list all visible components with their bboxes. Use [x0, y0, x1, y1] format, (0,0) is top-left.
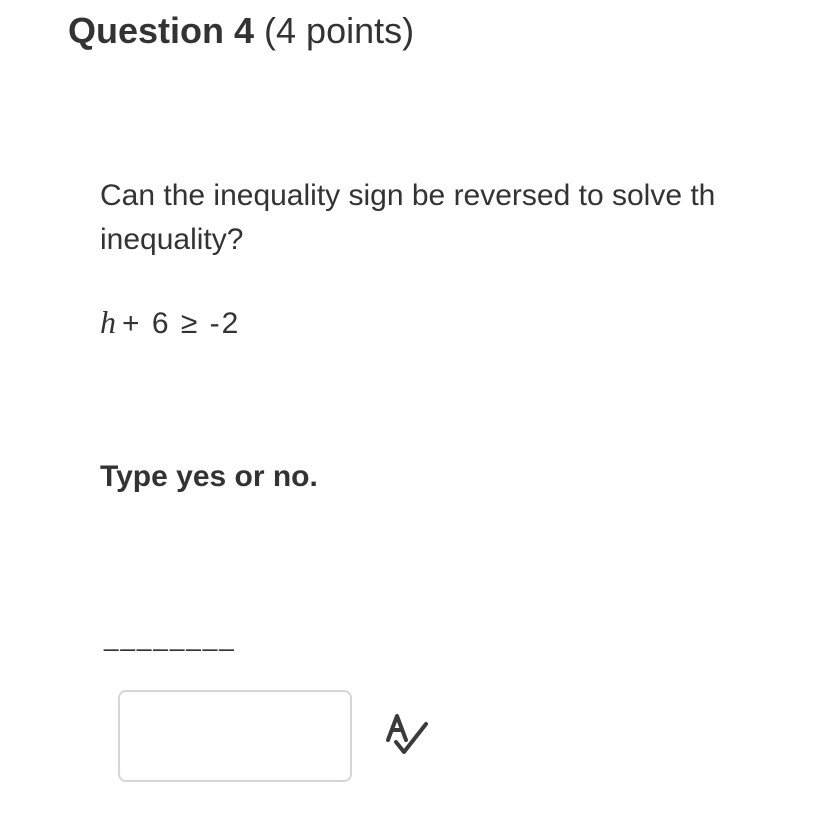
answer-instruction: Type yes or no.	[100, 460, 318, 493]
spellcheck-button[interactable]	[382, 712, 438, 760]
inequality-equation: h + 6 ≥ -2	[100, 304, 240, 341]
equation-variable: h	[100, 304, 118, 340]
question-header: Question 4 (4 points)	[68, 10, 414, 52]
question-points: (4 points)	[264, 10, 415, 51]
spellcheck-icon	[386, 714, 428, 754]
question-title: Question 4	[68, 10, 255, 51]
question-text: Can the inequality sign be reversed to s…	[100, 179, 716, 256]
answer-blank: ________	[104, 622, 236, 652]
equation-rest: + 6 ≥ -2	[122, 307, 241, 340]
answer-input[interactable]	[118, 690, 352, 782]
